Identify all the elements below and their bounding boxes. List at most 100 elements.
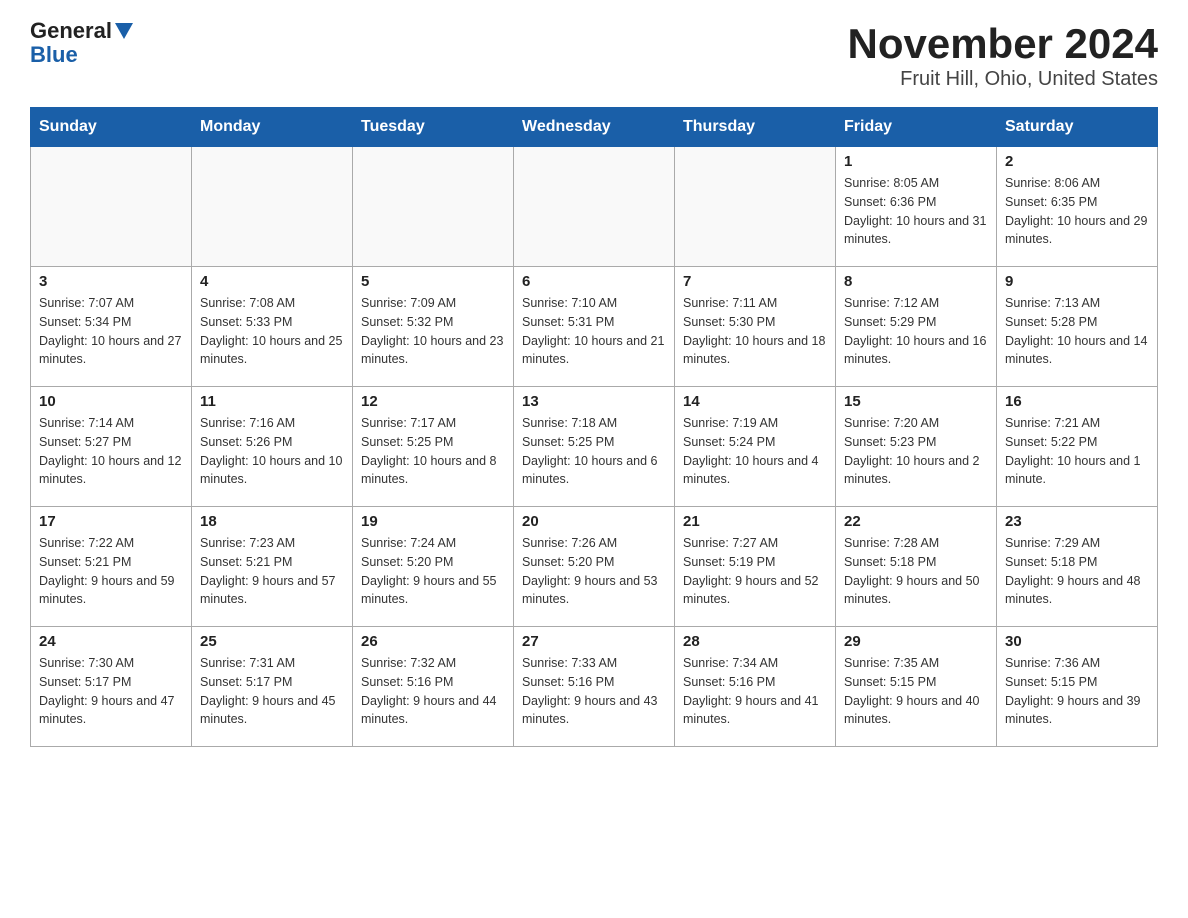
calendar-cell: 21Sunrise: 7:27 AMSunset: 5:19 PMDayligh… — [675, 507, 836, 627]
day-number: 27 — [522, 633, 666, 650]
days-of-week-row: SundayMondayTuesdayWednesdayThursdayFrid… — [31, 108, 1158, 147]
day-info: Sunrise: 7:28 AMSunset: 5:18 PMDaylight:… — [844, 534, 988, 609]
day-info: Sunrise: 7:35 AMSunset: 5:15 PMDaylight:… — [844, 654, 988, 729]
calendar-cell: 2 Sunrise: 8:06 AMSunset: 6:35 PMDaylight… — [997, 147, 1158, 267]
day-number: 28 — [683, 633, 827, 650]
day-info: Sunrise: 7:31 AMSunset: 5:17 PMDaylight:… — [200, 654, 344, 729]
calendar-cell: 25Sunrise: 7:31 AMSunset: 5:17 PMDayligh… — [192, 627, 353, 747]
week-row-4: 17 Sunrise: 7:22 AMSunset: 5:21 PMDayligh… — [31, 507, 1158, 627]
day-number: 6 — [522, 273, 666, 290]
calendar-cell: 11Sunrise: 7:16 AMSunset: 5:26 PMDayligh… — [192, 387, 353, 507]
day-number: 9 — [1005, 273, 1149, 290]
week-row-3: 10 Sunrise: 7:14 AMSunset: 5:27 PMDayligh… — [31, 387, 1158, 507]
calendar-cell: 4 Sunrise: 7:08 AMSunset: 5:33 PMDaylight… — [192, 267, 353, 387]
calendar-cell: 17 Sunrise: 7:22 AMSunset: 5:21 PMDayligh… — [31, 507, 192, 627]
day-number: 2 — [1005, 153, 1149, 170]
day-number: 7 — [683, 273, 827, 290]
day-info: Sunrise: 7:24 AMSunset: 5:20 PMDaylight:… — [361, 534, 505, 609]
day-header-monday: Monday — [192, 108, 353, 147]
calendar-cell: 23 Sunrise: 7:29 AMSunset: 5:18 PMDayligh… — [997, 507, 1158, 627]
calendar-cell: 12 Sunrise: 7:17 AMSunset: 5:25 PMDayligh… — [353, 387, 514, 507]
calendar-cell: 29 Sunrise: 7:35 AMSunset: 5:15 PMDayligh… — [836, 627, 997, 747]
calendar-cell: 5Sunrise: 7:09 AMSunset: 5:32 PMDaylight… — [353, 267, 514, 387]
day-info: Sunrise: 7:10 AMSunset: 5:31 PMDaylight:… — [522, 294, 666, 369]
day-number: 14 — [683, 393, 827, 410]
calendar-cell: 13 Sunrise: 7:18 AMSunset: 5:25 PMDayligh… — [514, 387, 675, 507]
logo-text-general: General — [30, 20, 112, 42]
calendar-cell: 6 Sunrise: 7:10 AMSunset: 5:31 PMDaylight… — [514, 267, 675, 387]
day-info: Sunrise: 7:34 AMSunset: 5:16 PMDaylight:… — [683, 654, 827, 729]
calendar-cell — [514, 147, 675, 267]
day-number: 22 — [844, 513, 988, 530]
day-number: 26 — [361, 633, 505, 650]
day-info: Sunrise: 7:22 AMSunset: 5:21 PMDaylight:… — [39, 534, 183, 609]
calendar-cell — [675, 147, 836, 267]
calendar-cell: 26 Sunrise: 7:32 AMSunset: 5:16 PMDayligh… — [353, 627, 514, 747]
day-number: 23 — [1005, 513, 1149, 530]
day-number: 4 — [200, 273, 344, 290]
day-info: Sunrise: 7:14 AMSunset: 5:27 PMDaylight:… — [39, 414, 183, 489]
logo-text-blue: Blue — [30, 42, 78, 68]
week-row-5: 24 Sunrise: 7:30 AMSunset: 5:17 PMDayligh… — [31, 627, 1158, 747]
day-info: Sunrise: 8:06 AMSunset: 6:35 PMDaylight:… — [1005, 174, 1149, 249]
day-header-tuesday: Tuesday — [353, 108, 514, 147]
day-number: 16 — [1005, 393, 1149, 410]
calendar-title: November 2024 — [847, 20, 1158, 68]
day-number: 12 — [361, 393, 505, 410]
logo-triangle-icon — [115, 23, 133, 39]
calendar-cell: 18Sunrise: 7:23 AMSunset: 5:21 PMDayligh… — [192, 507, 353, 627]
day-info: Sunrise: 7:17 AMSunset: 5:25 PMDaylight:… — [361, 414, 505, 489]
calendar-cell — [31, 147, 192, 267]
day-info: Sunrise: 7:21 AMSunset: 5:22 PMDaylight:… — [1005, 414, 1149, 489]
calendar-cell: 1 Sunrise: 8:05 AMSunset: 6:36 PMDaylight… — [836, 147, 997, 267]
week-row-1: 1 Sunrise: 8:05 AMSunset: 6:36 PMDaylight… — [31, 147, 1158, 267]
day-header-thursday: Thursday — [675, 108, 836, 147]
calendar-cell: 22 Sunrise: 7:28 AMSunset: 5:18 PMDayligh… — [836, 507, 997, 627]
day-number: 18 — [200, 513, 344, 530]
day-info: Sunrise: 7:12 AMSunset: 5:29 PMDaylight:… — [844, 294, 988, 369]
day-info: Sunrise: 7:32 AMSunset: 5:16 PMDaylight:… — [361, 654, 505, 729]
day-number: 24 — [39, 633, 183, 650]
day-header-wednesday: Wednesday — [514, 108, 675, 147]
day-info: Sunrise: 7:09 AMSunset: 5:32 PMDaylight:… — [361, 294, 505, 369]
calendar-cell: 30 Sunrise: 7:36 AMSunset: 5:15 PMDayligh… — [997, 627, 1158, 747]
calendar-cell — [192, 147, 353, 267]
calendar-cell: 14 Sunrise: 7:19 AMSunset: 5:24 PMDayligh… — [675, 387, 836, 507]
day-header-friday: Friday — [836, 108, 997, 147]
day-header-saturday: Saturday — [997, 108, 1158, 147]
day-number: 30 — [1005, 633, 1149, 650]
day-info: Sunrise: 7:07 AMSunset: 5:34 PMDaylight:… — [39, 294, 183, 369]
day-info: Sunrise: 7:08 AMSunset: 5:33 PMDaylight:… — [200, 294, 344, 369]
day-info: Sunrise: 7:13 AMSunset: 5:28 PMDaylight:… — [1005, 294, 1149, 369]
day-number: 13 — [522, 393, 666, 410]
day-number: 10 — [39, 393, 183, 410]
calendar-cell: 28 Sunrise: 7:34 AMSunset: 5:16 PMDayligh… — [675, 627, 836, 747]
day-info: Sunrise: 7:11 AMSunset: 5:30 PMDaylight:… — [683, 294, 827, 369]
calendar-cell: 15Sunrise: 7:20 AMSunset: 5:23 PMDayligh… — [836, 387, 997, 507]
day-number: 1 — [844, 153, 988, 170]
day-info: Sunrise: 7:33 AMSunset: 5:16 PMDaylight:… — [522, 654, 666, 729]
calendar-cell: 16 Sunrise: 7:21 AMSunset: 5:22 PMDayligh… — [997, 387, 1158, 507]
calendar-subtitle: Fruit Hill, Ohio, United States — [847, 68, 1158, 91]
day-info: Sunrise: 7:29 AMSunset: 5:18 PMDaylight:… — [1005, 534, 1149, 609]
logo: General Blue — [30, 20, 133, 68]
page-header: General Blue November 2024 Fruit Hill, O… — [30, 20, 1158, 91]
day-number: 21 — [683, 513, 827, 530]
calendar-cell: 27 Sunrise: 7:33 AMSunset: 5:16 PMDayligh… — [514, 627, 675, 747]
day-info: Sunrise: 8:05 AMSunset: 6:36 PMDaylight:… — [844, 174, 988, 249]
day-info: Sunrise: 7:18 AMSunset: 5:25 PMDaylight:… — [522, 414, 666, 489]
day-number: 20 — [522, 513, 666, 530]
day-number: 3 — [39, 273, 183, 290]
day-info: Sunrise: 7:19 AMSunset: 5:24 PMDaylight:… — [683, 414, 827, 489]
calendar-cell: 19 Sunrise: 7:24 AMSunset: 5:20 PMDayligh… — [353, 507, 514, 627]
day-info: Sunrise: 7:36 AMSunset: 5:15 PMDaylight:… — [1005, 654, 1149, 729]
day-info: Sunrise: 7:26 AMSunset: 5:20 PMDaylight:… — [522, 534, 666, 609]
day-number: 29 — [844, 633, 988, 650]
day-number: 8 — [844, 273, 988, 290]
calendar-cell: 24 Sunrise: 7:30 AMSunset: 5:17 PMDayligh… — [31, 627, 192, 747]
day-number: 17 — [39, 513, 183, 530]
calendar-header: SundayMondayTuesdayWednesdayThursdayFrid… — [31, 108, 1158, 147]
day-number: 19 — [361, 513, 505, 530]
calendar-cell — [353, 147, 514, 267]
day-info: Sunrise: 7:30 AMSunset: 5:17 PMDaylight:… — [39, 654, 183, 729]
